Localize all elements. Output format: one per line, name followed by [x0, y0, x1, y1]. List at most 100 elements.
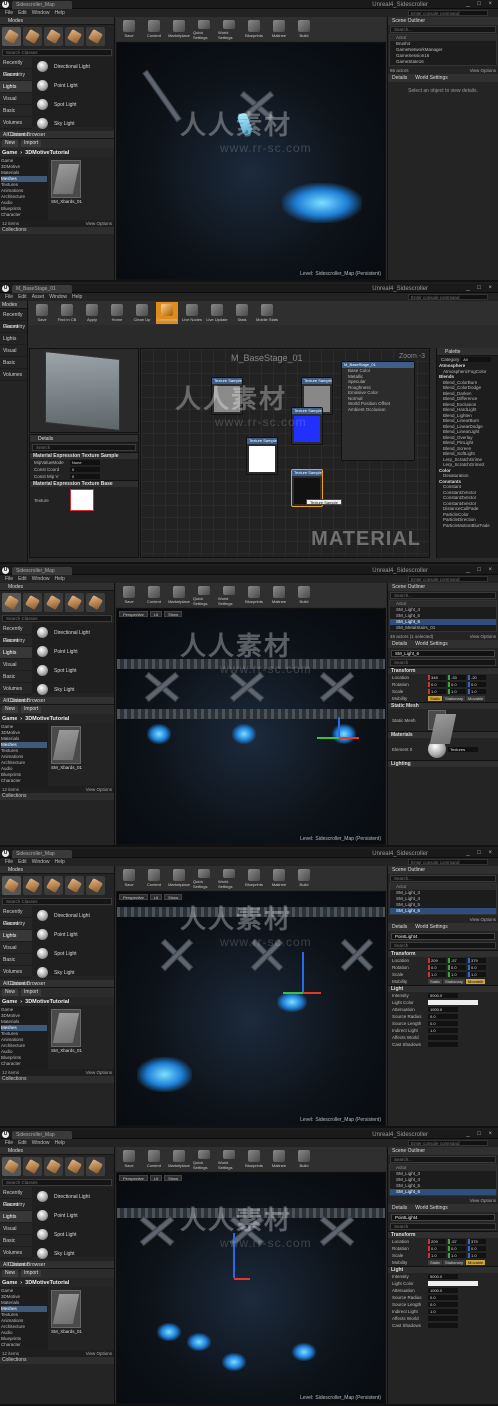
collections-button[interactable]: Collections	[0, 227, 114, 234]
menu-item-file[interactable]: File	[5, 575, 13, 583]
view-options-button[interactable]: View Options	[86, 1350, 112, 1357]
toolbar-button-marketplace[interactable]: Marketplace	[168, 584, 190, 606]
document-tab[interactable]: M_BaseStage_01	[12, 285, 72, 293]
toolbar-button-blueprints[interactable]: Blueprints	[243, 584, 265, 606]
details-search-input[interactable]: Search	[390, 942, 496, 949]
menu-item-help[interactable]: Help	[54, 9, 64, 17]
toolbar-button-matinee[interactable]: Matinee	[268, 1148, 290, 1170]
mode-icon[interactable]	[2, 1157, 21, 1176]
category-item[interactable]: Recently Placed	[0, 906, 32, 927]
toolbar-button-matinee[interactable]: Matinee	[268, 18, 290, 40]
property-value-field[interactable]	[428, 1281, 478, 1286]
details-search-input[interactable]: Search	[32, 444, 136, 451]
category-item[interactable]: Visual	[0, 93, 32, 105]
property-value-field[interactable]	[428, 1323, 458, 1328]
category-item[interactable]: Recently Placed	[0, 623, 32, 644]
light-section[interactable]: Light	[388, 985, 498, 992]
world-settings-tab[interactable]: World Settings	[411, 923, 451, 931]
category-item[interactable]: Lights	[0, 81, 32, 93]
property-value-field[interactable]: 1000.0	[428, 1288, 458, 1293]
static-mesh-section[interactable]: Static Mesh	[388, 702, 498, 709]
property-value-field[interactable]: 0.0	[428, 1021, 458, 1026]
import-button[interactable]: Import	[21, 989, 42, 996]
x-value-field[interactable]: 209	[428, 958, 446, 963]
property-value-field[interactable]: 0.0	[428, 1302, 458, 1307]
mode-icon[interactable]	[86, 27, 105, 46]
y-value-field[interactable]: 1.0	[448, 1253, 466, 1258]
category-item[interactable]: Basic	[0, 357, 27, 369]
x-value-field[interactable]: 0.0	[428, 1246, 446, 1251]
gizmo-x-axis[interactable]	[234, 1278, 250, 1280]
property-value-field[interactable]	[428, 1035, 458, 1040]
x-value-field[interactable]: 0.0	[428, 965, 446, 970]
toolbar-button-content[interactable]: Content	[143, 584, 165, 606]
world-settings-tab[interactable]: World Settings	[411, 1204, 451, 1212]
scene-outliner-tab[interactable]: Scene Outliner	[388, 1147, 498, 1155]
actor-name-input[interactable]: PointLight4	[391, 1214, 495, 1221]
details-tab[interactable]: Details	[388, 640, 411, 648]
actor-name-input[interactable]: PointLight4	[391, 933, 495, 940]
scene-outliner-tab[interactable]: Scene Outliner	[388, 583, 498, 591]
details-tab[interactable]: Details	[388, 74, 411, 82]
y-value-field[interactable]: -57	[448, 1239, 466, 1244]
world-settings-tab[interactable]: World Settings	[411, 74, 451, 82]
mobility-toggle[interactable]: Static Stationary Movable	[428, 979, 486, 984]
breadcrumb-root[interactable]: Game	[2, 999, 17, 1005]
breadcrumb-folder[interactable]: 3DMotiveTutorial	[25, 150, 69, 156]
category-item[interactable]: Lights	[0, 930, 32, 942]
mobility-option[interactable]: Static	[428, 1260, 443, 1265]
menu-item-window[interactable]: Window	[32, 9, 50, 17]
toolbar-button-build[interactable]: Build	[293, 867, 315, 889]
breadcrumb-root[interactable]: Game	[2, 716, 17, 722]
category-item[interactable]: Volumes	[0, 369, 27, 381]
collections-button[interactable]: Collections	[0, 793, 114, 800]
details-search-input[interactable]: Search	[390, 1223, 496, 1230]
place-item[interactable]: Point Light	[32, 76, 114, 95]
mode-icon[interactable]	[86, 593, 105, 612]
viewport-button-perspective[interactable]: Perspective	[119, 1175, 148, 1181]
search-classes-input[interactable]: Search Classes	[2, 49, 112, 56]
collections-button[interactable]: Collections	[0, 1076, 114, 1083]
property-value-field[interactable]: 1.0	[428, 1028, 458, 1033]
toolbar-button-blueprints[interactable]: Blueprints	[243, 18, 265, 40]
y-value-field[interactable]: -33	[448, 675, 466, 680]
menu-item-window[interactable]: Window	[49, 293, 67, 301]
gizmo-z-axis[interactable]	[302, 952, 304, 992]
new-button[interactable]: New	[2, 140, 19, 147]
category-item[interactable]: Recently Placed	[0, 309, 27, 330]
details-tab[interactable]: Details	[388, 1204, 411, 1212]
mobility-toggle[interactable]: Static Stationary Movable	[428, 696, 486, 701]
material-toolbar-button-save[interactable]: Save	[31, 302, 53, 324]
toolbar-button-build[interactable]: Build	[293, 1148, 315, 1170]
menu-item-edit[interactable]: Edit	[18, 293, 27, 301]
menu-item-help[interactable]: Help	[54, 1139, 64, 1147]
mobility-toggle[interactable]: Static Stationary Movable	[428, 1260, 486, 1265]
toolbar-button-matinee[interactable]: Matinee	[268, 584, 290, 606]
menu-item-file[interactable]: File	[5, 858, 13, 866]
category-item[interactable]: Basic	[0, 954, 32, 966]
menu-item-window[interactable]: Window	[32, 575, 50, 583]
place-item[interactable]: Point Light	[32, 642, 114, 661]
view-options-button[interactable]: View Options	[470, 1197, 496, 1204]
gizmo-y-axis[interactable]	[317, 737, 339, 739]
texture-sample-node[interactable]: Texture Sample	[246, 437, 278, 475]
material-preview[interactable]	[29, 348, 139, 433]
mode-icon[interactable]	[44, 876, 63, 895]
z-value-field[interactable]: 0.0	[468, 682, 486, 687]
breadcrumb-folder[interactable]: 3DMotiveTutorial	[25, 716, 69, 722]
modes-tab[interactable]: Modes	[0, 17, 114, 25]
mobility-option[interactable]: Movable	[466, 696, 486, 701]
place-item[interactable]: Directional Light	[32, 57, 114, 76]
mode-icon[interactable]	[23, 876, 42, 895]
z-value-field[interactable]: 1.0	[468, 1253, 486, 1258]
place-item[interactable]: Spot Light	[32, 944, 114, 963]
result-pin[interactable]: Ambient Occlusion	[342, 407, 414, 413]
x-value-field[interactable]: 1.0	[428, 972, 446, 977]
mobility-option[interactable]: Static	[428, 696, 443, 701]
menu-item-asset[interactable]: Asset	[32, 293, 45, 301]
y-value-field[interactable]: -57	[448, 958, 466, 963]
breadcrumb-root[interactable]: Game	[2, 150, 17, 156]
view-options-button[interactable]: View Options	[86, 1069, 112, 1076]
document-tab[interactable]: Sidescroller_Map	[12, 1131, 72, 1139]
category-item[interactable]: Geometry	[0, 635, 32, 647]
